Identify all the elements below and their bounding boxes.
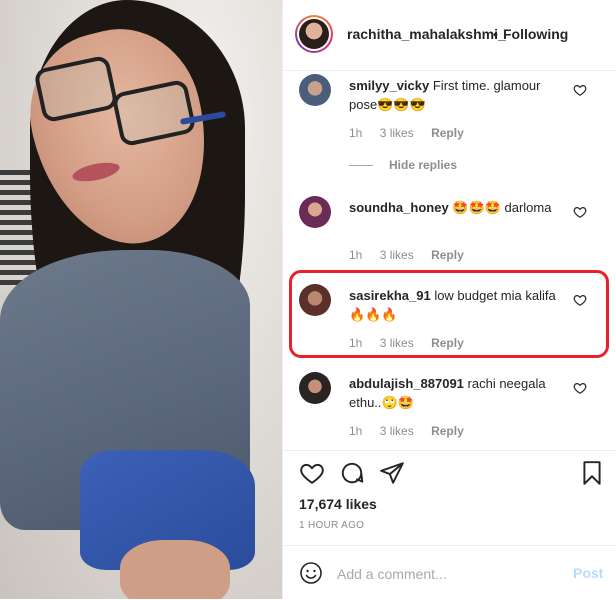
post-timestamp: 1 HOUR AGO (299, 520, 365, 531)
comment-time: 1h (349, 336, 363, 350)
comment-username[interactable]: sasirekha_91 (349, 288, 431, 303)
comment-time: 1h (349, 424, 363, 438)
emoji-smiley-icon[interactable] (299, 561, 323, 585)
post-header: rachitha_mahalakshmi_ • Following (283, 0, 616, 71)
reply-button[interactable]: Reply (431, 424, 464, 438)
following-button[interactable]: Following (503, 26, 568, 42)
add-comment-bar: Post (283, 545, 616, 600)
comment-likes[interactable]: 3 likes (380, 424, 414, 438)
like-heart-icon[interactable] (299, 460, 325, 486)
share-paper-plane-icon[interactable] (379, 460, 405, 486)
author-avatar[interactable] (295, 15, 333, 53)
commenter-avatar[interactable] (299, 196, 331, 228)
divider-line (349, 165, 373, 167)
comment-username[interactable]: soundha_honey (349, 200, 449, 215)
author-username[interactable]: rachitha_mahalakshmi_ (347, 26, 506, 42)
comment-like-heart-icon[interactable] (573, 83, 587, 97)
save-bookmark-icon[interactable] (579, 460, 605, 486)
comment-text: 🤩🤩🤩 darloma (452, 200, 552, 215)
hide-replies-label: Hide replies (389, 158, 458, 172)
post-photo[interactable] (0, 0, 282, 599)
comment-username[interactable]: smilyy_vicky (349, 78, 429, 93)
commenter-avatar[interactable] (299, 372, 331, 404)
comment-time: 1h (349, 126, 363, 140)
comment-likes[interactable]: 3 likes (380, 248, 414, 262)
comment-bubble-icon[interactable] (339, 460, 365, 486)
hide-replies-button[interactable]: Hide replies (349, 158, 457, 172)
comment-like-heart-icon[interactable] (573, 293, 587, 307)
comment-input[interactable] (335, 560, 559, 588)
reply-button[interactable]: Reply (431, 126, 464, 140)
comment-likes[interactable]: 3 likes (380, 126, 414, 140)
comment-like-heart-icon[interactable] (573, 381, 587, 395)
post-comment-button[interactable]: Post (573, 565, 603, 581)
comments-panel: rachitha_mahalakshmi_ • Following smilyy… (282, 0, 616, 599)
reply-button[interactable]: Reply (431, 336, 464, 350)
commenter-avatar[interactable] (299, 284, 331, 316)
comment-likes[interactable]: 3 likes (380, 336, 414, 350)
commenter-avatar[interactable] (299, 74, 331, 106)
separator-dot: • (493, 26, 498, 42)
comment-username[interactable]: abdulajish_887091 (349, 376, 464, 391)
comment-time: 1h (349, 248, 363, 262)
comment-like-heart-icon[interactable] (573, 205, 587, 219)
like-count[interactable]: 17,674 likes (299, 496, 377, 512)
reply-button[interactable]: Reply (431, 248, 464, 262)
